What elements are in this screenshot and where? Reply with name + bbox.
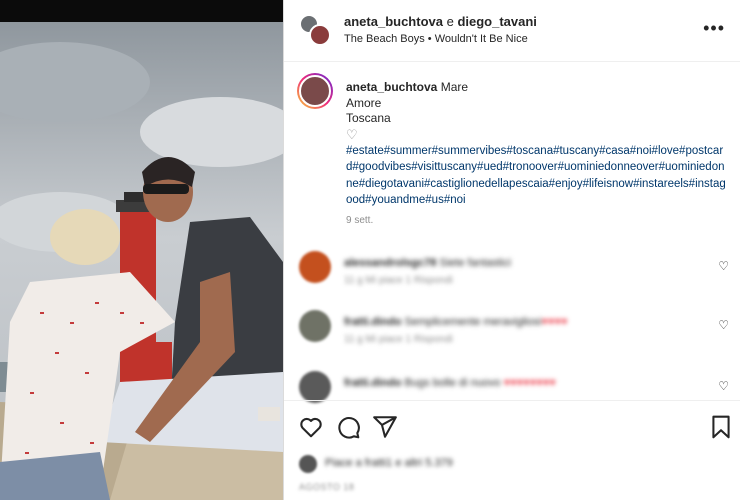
avatar[interactable] bbox=[299, 310, 331, 342]
comment-text: fratti.dindo Semplicemente meravigliosi♥… bbox=[344, 316, 568, 328]
comment-emoji: ♥♥♥♥♥♥♥♥ bbox=[503, 377, 556, 389]
post-time[interactable]: 9 sett. bbox=[346, 213, 726, 229]
comment-body: Bugs bolle di nuovo bbox=[404, 377, 501, 389]
comment-meta[interactable]: 11 g Mi piace 1 Rispondi bbox=[344, 334, 453, 345]
comment-emoji: ♥♥♥♥ bbox=[541, 316, 568, 328]
share-icon[interactable] bbox=[372, 414, 398, 440]
audio-link[interactable]: The Beach Boys • Wouldn't It Be Nice bbox=[344, 33, 528, 45]
comment-username[interactable]: alessandrolsgc78 bbox=[344, 257, 436, 269]
heart-outline-icon: ♡ bbox=[346, 126, 358, 142]
bookmark-icon[interactable] bbox=[708, 414, 734, 440]
post-media[interactable] bbox=[0, 0, 283, 500]
heart-icon[interactable]: ♡ bbox=[718, 318, 729, 332]
caption-avatar[interactable] bbox=[297, 73, 333, 109]
avatar[interactable] bbox=[299, 371, 331, 403]
instagram-post-modal: aneta_buchtova e diego_tavani The Beach … bbox=[0, 0, 740, 500]
comment-username[interactable]: fratti.dindo bbox=[344, 377, 401, 389]
comment-text: fratti.dindo Bugs bolle di nuovo ♥♥♥♥♥♥♥… bbox=[344, 377, 556, 389]
caption-username[interactable]: aneta_buchtova bbox=[346, 80, 437, 94]
avatar[interactable] bbox=[299, 251, 331, 283]
post-date: AGOSTO 18 bbox=[299, 482, 355, 492]
likes-text[interactable]: Piace a fratti1 e altri 5.379 bbox=[325, 457, 453, 469]
audio-title[interactable]: Wouldn't It Be Nice bbox=[435, 33, 528, 45]
heart-icon[interactable]: ♡ bbox=[718, 259, 729, 273]
comment-body: Siete fantastici bbox=[439, 257, 511, 269]
comment-item: fratti.dindo Semplicemente meravigliosi♥… bbox=[299, 310, 729, 350]
post-actions bbox=[284, 400, 740, 452]
comment-username[interactable]: fratti.dindo bbox=[344, 316, 401, 328]
more-options-icon[interactable]: ••• bbox=[703, 18, 725, 39]
heart-icon[interactable]: ♡ bbox=[718, 379, 729, 393]
post-photo bbox=[0, 22, 283, 500]
comment-body: Semplicemente meravigliosi bbox=[404, 316, 542, 328]
author-link[interactable]: aneta_buchtova bbox=[344, 14, 443, 29]
comment-meta[interactable]: 11 g Mi piace 1 Rispondi bbox=[344, 275, 453, 286]
caption-hashtags[interactable]: #estate#summer#summervibes#toscana#tusca… bbox=[346, 145, 726, 207]
post-header: aneta_buchtova e diego_tavani The Beach … bbox=[284, 0, 740, 62]
heart-icon[interactable] bbox=[298, 414, 324, 440]
caption-line: Toscana bbox=[346, 111, 391, 125]
audio-separator: • bbox=[424, 33, 435, 45]
post-authors: aneta_buchtova e diego_tavani bbox=[344, 14, 537, 29]
author-conj: e bbox=[442, 14, 458, 29]
audio-artist[interactable]: The Beach Boys bbox=[344, 33, 425, 45]
author-link[interactable]: diego_tavani bbox=[457, 14, 536, 29]
comment-item: alessandrolsgc78 Siete fantastici 11 g M… bbox=[299, 251, 729, 291]
post-panel: aneta_buchtova e diego_tavani The Beach … bbox=[283, 0, 740, 500]
avatar bbox=[299, 455, 317, 473]
media-top-bar bbox=[0, 0, 283, 22]
caption: aneta_buchtova Mare Amore Toscana ♡ #est… bbox=[346, 80, 726, 228]
comment-text: alessandrolsgc78 Siete fantastici bbox=[344, 257, 511, 269]
caption-line: Amore bbox=[346, 95, 382, 110]
collab-avatars[interactable] bbox=[299, 14, 331, 46]
avatar[interactable] bbox=[309, 24, 331, 46]
caption-line: Mare bbox=[440, 80, 469, 94]
comment-icon[interactable] bbox=[335, 414, 361, 440]
